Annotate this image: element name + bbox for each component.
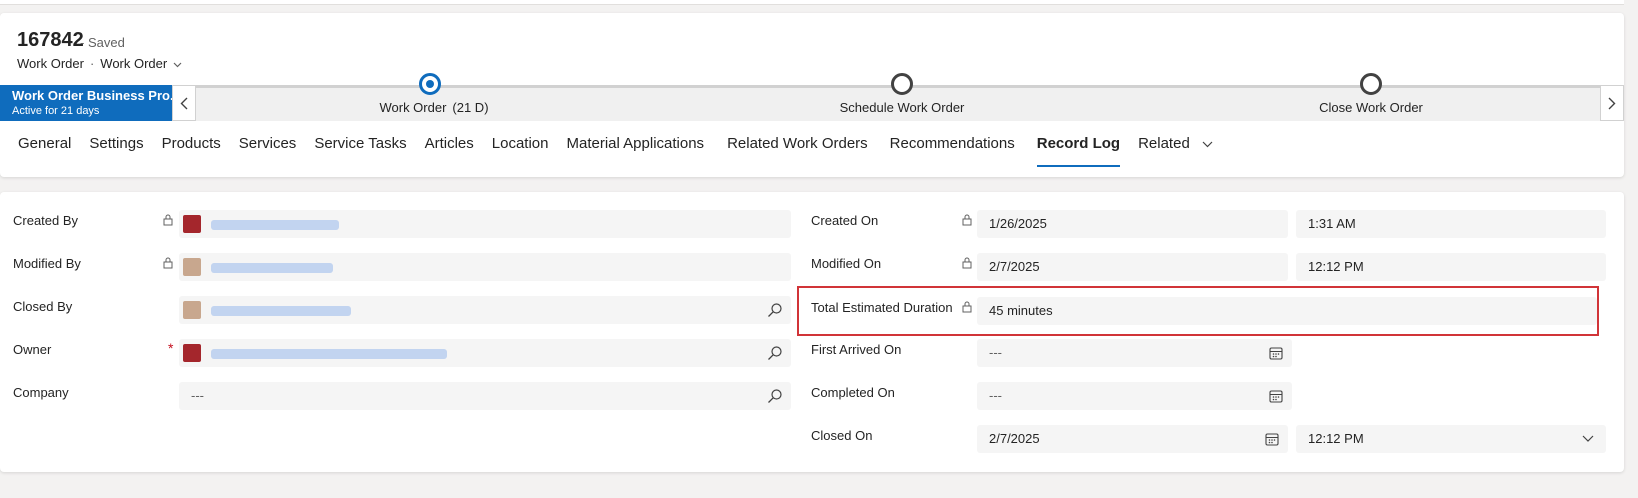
tab-settings[interactable]: Settings [89, 135, 143, 167]
stage-close-work-order-label[interactable]: Close Work Order [1319, 100, 1423, 115]
tab-location[interactable]: Location [492, 135, 549, 167]
tab-material-applications[interactable]: Material Applications [566, 135, 704, 167]
process-name: Work Order Business Pro... [12, 88, 181, 103]
process-active-duration: Active for 21 days [12, 105, 100, 117]
closed-by-lookup[interactable] [179, 296, 791, 324]
completed-on-date-field[interactable]: --- [977, 382, 1292, 410]
first-arrived-on-label: First Arrived On [811, 342, 902, 357]
stage-close-work-order-marker[interactable] [1360, 73, 1382, 95]
tab-services[interactable]: Services [239, 135, 297, 167]
total-estimated-duration-value: 45 minutes [989, 303, 1053, 318]
tab-related-label: Related [1138, 135, 1190, 152]
modified-on-label: Modified On [811, 256, 882, 271]
tab-articles[interactable]: Articles [425, 135, 474, 167]
entity-name: Work Order [17, 56, 84, 71]
modified-on-date-field[interactable]: 2/7/2025 [977, 253, 1288, 281]
completed-on-value: --- [989, 388, 1002, 403]
owner-lookup[interactable] [179, 339, 791, 367]
modified-on-date: 2/7/2025 [989, 259, 1040, 274]
calendar-icon[interactable] [1268, 345, 1284, 361]
owner-label: Owner [13, 342, 52, 357]
tab-related-work-orders[interactable]: Related Work Orders [727, 135, 868, 167]
stage-name: Work Order [379, 100, 447, 115]
stage-schedule-work-order-marker[interactable] [891, 73, 913, 95]
closed-by-value-redacted[interactable] [211, 306, 351, 316]
closed-by-label: Closed By [13, 299, 73, 314]
calendar-icon[interactable] [1264, 431, 1280, 447]
closed-on-time: 12:12 PM [1308, 431, 1364, 446]
lock-icon [962, 214, 972, 226]
modified-by-label: Modified By [13, 256, 81, 271]
first-arrived-on-value: --- [989, 345, 1002, 360]
tab-record-log[interactable]: Record Log [1036, 135, 1121, 167]
avatar [183, 258, 201, 276]
lock-icon [962, 257, 972, 269]
created-on-date: 1/26/2025 [989, 216, 1047, 231]
created-on-date-field[interactable]: 1/26/2025 [977, 210, 1288, 238]
created-by-label: Created By [13, 213, 79, 228]
tab-general[interactable]: General [18, 135, 71, 167]
chevron-right-icon [1608, 97, 1616, 109]
owner-value-redacted[interactable] [211, 349, 447, 359]
created-on-time: 1:31 AM [1308, 216, 1356, 231]
form-tabs: General Settings Products Services Servi… [0, 135, 1213, 167]
modified-by-value-redacted[interactable] [211, 263, 333, 273]
bpf-previous-button[interactable] [172, 85, 196, 121]
required-indicator: * [168, 340, 174, 356]
company-label: Company [13, 385, 69, 400]
created-by-lookup[interactable] [179, 210, 791, 238]
record-title: 167842 [17, 29, 84, 51]
avatar [183, 301, 201, 319]
modified-on-time: 12:12 PM [1308, 259, 1364, 274]
business-process-flow: Work Order Business Pro... Active for 21… [0, 73, 1624, 121]
process-flyout-button[interactable]: Work Order Business Pro... Active for 21… [0, 85, 181, 121]
save-status: - Saved [80, 35, 125, 50]
closed-on-date: 2/7/2025 [989, 431, 1040, 446]
lock-icon [163, 214, 173, 226]
chevron-down-icon [1202, 136, 1213, 154]
calendar-icon[interactable] [1268, 388, 1284, 404]
bpf-next-button[interactable] [1600, 85, 1624, 121]
modified-on-time-field[interactable]: 12:12 PM [1296, 253, 1606, 281]
entity-line: Work Order · Work Order [17, 56, 182, 71]
created-on-label: Created On [811, 213, 879, 228]
stage-work-order-marker[interactable] [419, 73, 441, 95]
stage-work-order-label[interactable]: Work Order (21 D) [379, 100, 488, 115]
created-on-time-field[interactable]: 1:31 AM [1296, 210, 1606, 238]
record-header: 167842 - Saved Work Order · Work Order W… [0, 13, 1624, 177]
total-estimated-duration-field[interactable]: 45 minutes [977, 297, 1597, 325]
form-selector-label: Work Order [100, 56, 168, 71]
search-icon[interactable] [767, 388, 783, 404]
tab-related[interactable]: Related [1138, 135, 1213, 167]
search-icon[interactable] [767, 345, 783, 361]
avatar [183, 344, 201, 362]
closed-on-label: Closed On [811, 428, 873, 443]
tab-service-tasks[interactable]: Service Tasks [314, 135, 406, 167]
stage-schedule-work-order-label[interactable]: Schedule Work Order [840, 100, 965, 115]
closed-on-date-field[interactable]: 2/7/2025 [977, 425, 1288, 453]
modified-by-lookup[interactable] [179, 253, 791, 281]
avatar [183, 215, 201, 233]
created-by-value-redacted[interactable] [211, 220, 339, 230]
company-lookup[interactable]: --- [179, 382, 791, 410]
tab-products[interactable]: Products [162, 135, 221, 167]
top-strip [0, 0, 1624, 5]
separator: · [89, 56, 95, 71]
stage-duration: (21 D) [452, 100, 489, 115]
chevron-down-icon [1582, 435, 1594, 442]
chevron-down-icon [173, 60, 182, 71]
total-estimated-duration-label: Total Estimated Duration [811, 300, 953, 315]
lock-icon [962, 301, 972, 313]
lock-icon [163, 257, 173, 269]
closed-on-time-dropdown[interactable]: 12:12 PM [1296, 425, 1606, 453]
form-selector[interactable]: Work Order [100, 56, 182, 71]
search-icon[interactable] [767, 302, 783, 318]
chevron-left-icon [180, 97, 188, 109]
tab-recommendations[interactable]: Recommendations [890, 135, 1015, 167]
company-value: --- [191, 388, 204, 403]
completed-on-label: Completed On [811, 385, 895, 400]
first-arrived-on-date-field[interactable]: --- [977, 339, 1292, 367]
